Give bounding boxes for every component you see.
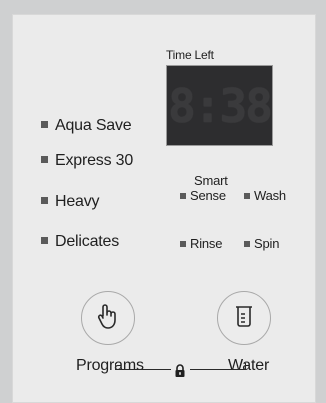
water-button[interactable]: [217, 291, 271, 345]
led-indicator: [41, 121, 48, 129]
lock-bracket-left: [115, 369, 171, 370]
option-label: Spin: [254, 236, 280, 251]
program-item-aqua-save: Aqua Save: [41, 117, 132, 135]
led-indicator: [180, 240, 186, 247]
time-left-label: Time Left: [166, 48, 214, 62]
option-smart-label: Smart: [194, 173, 228, 188]
lock-icon: [174, 364, 186, 383]
touch-hand-icon: [97, 303, 119, 334]
option-smart-sense: Sense: [180, 188, 226, 203]
programs-button-label: Programs: [76, 357, 144, 374]
time-left-value: 8:38: [168, 78, 273, 133]
led-indicator: [41, 237, 48, 245]
led-indicator: [244, 192, 250, 199]
led-indicator: [244, 240, 250, 247]
program-label: Aqua Save: [55, 117, 132, 134]
led-indicator: [180, 192, 186, 199]
program-item-express-30: Express 30: [41, 152, 133, 170]
lock-bracket-right: [190, 369, 245, 370]
option-spin: Spin: [244, 236, 279, 251]
water-beaker-icon: [233, 304, 255, 333]
option-label: Wash: [254, 188, 286, 203]
time-display: 8:38: [166, 65, 273, 146]
option-rinse: Rinse: [180, 236, 222, 251]
option-wash: Wash: [244, 188, 286, 203]
option-label: Rinse: [190, 236, 223, 251]
led-indicator: [41, 156, 48, 164]
program-label: Express 30: [55, 152, 134, 169]
program-item-delicates: Delicates: [41, 233, 119, 251]
lock-bracket-right-tick: [245, 363, 246, 370]
water-button-label: Water: [228, 357, 270, 374]
programs-button[interactable]: [81, 291, 135, 345]
program-label: Delicates: [55, 233, 120, 250]
program-label: Heavy: [55, 193, 100, 210]
led-indicator: [41, 197, 48, 205]
option-label: Sense: [190, 188, 226, 203]
program-item-heavy: Heavy: [41, 193, 100, 211]
